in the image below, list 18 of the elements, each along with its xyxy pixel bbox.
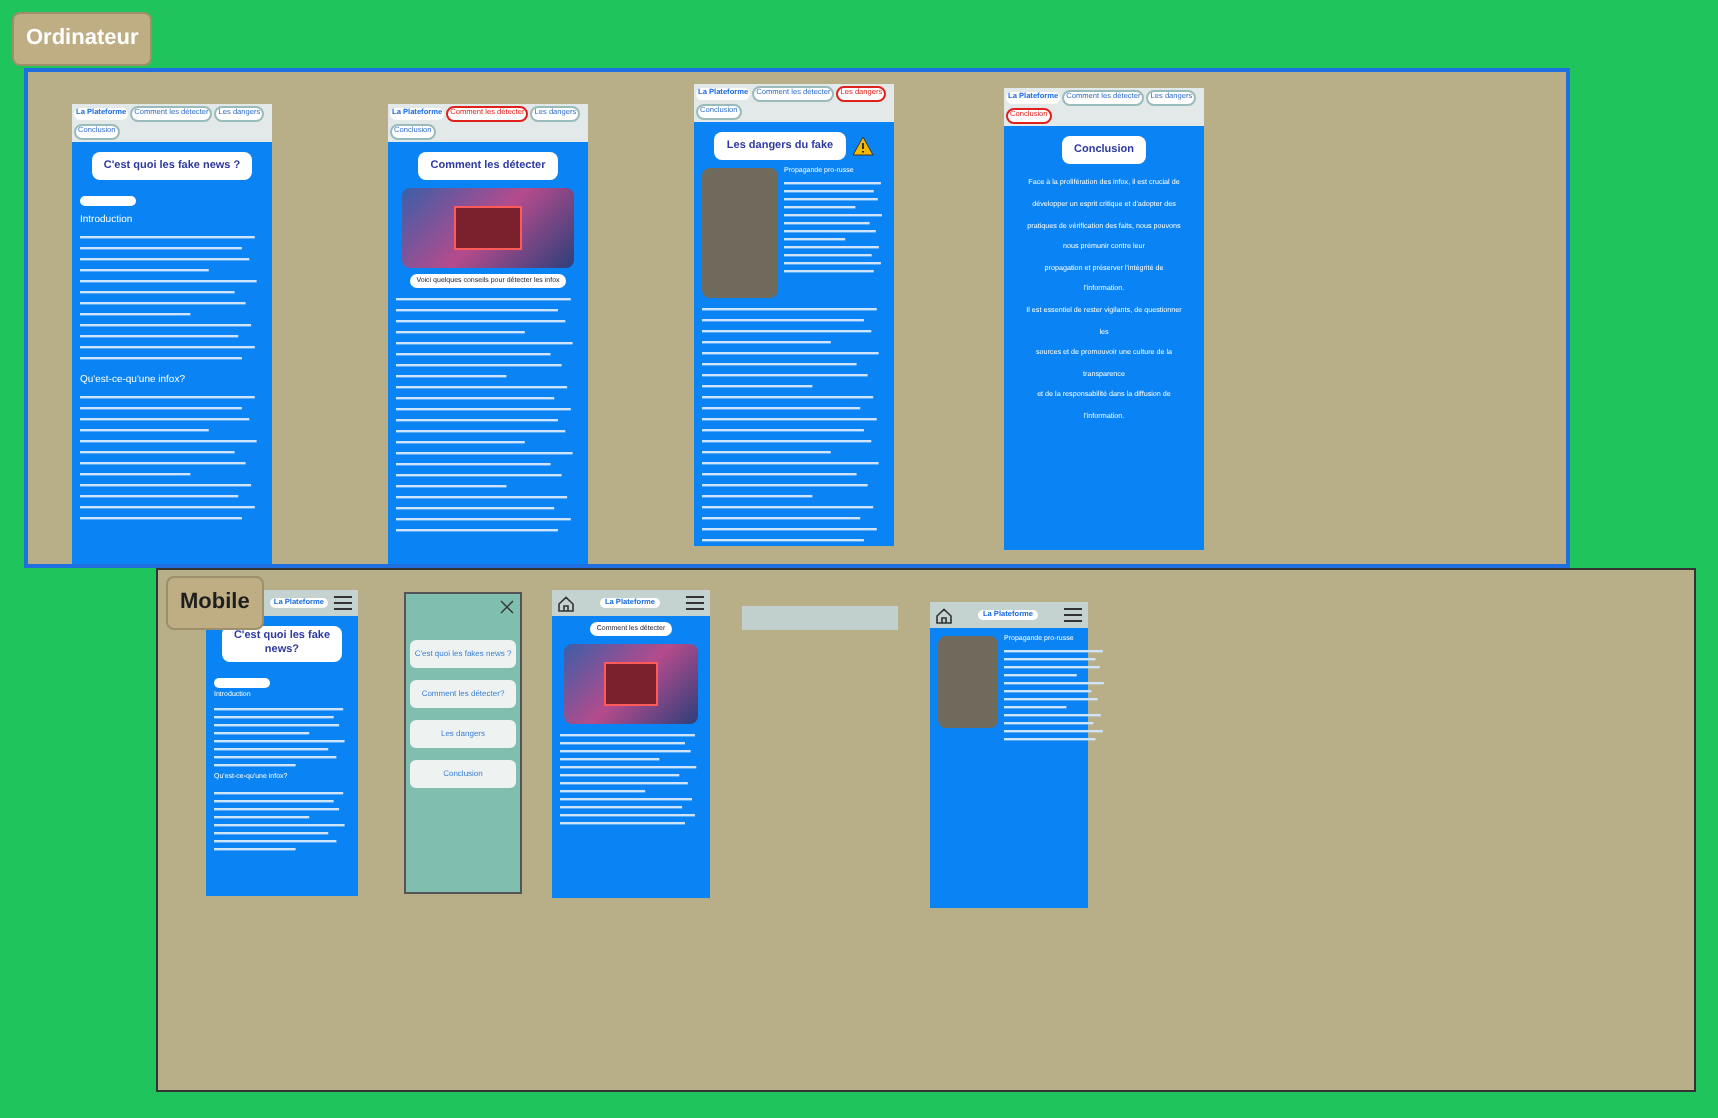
poster-image (563, 643, 699, 723)
section-label: Mobile (166, 576, 264, 629)
section-label: Ordinateur (12, 12, 153, 65)
menu-icon[interactable] (686, 596, 704, 610)
text-lines-drawing (214, 789, 350, 854)
text-lines-drawing (560, 731, 702, 827)
photo-placeholder (938, 636, 998, 728)
subtitle-pill (214, 677, 270, 688)
photo-placeholder (702, 168, 778, 299)
subtitle-pill (80, 196, 136, 207)
text-lines-drawing (1004, 647, 1108, 743)
menu-icon[interactable] (1064, 608, 1082, 622)
menu-icon[interactable] (334, 596, 352, 610)
text-lines-drawing (784, 179, 886, 276)
home-icon[interactable] (558, 595, 574, 611)
close-icon[interactable] (500, 600, 514, 614)
text-lines-drawing (214, 706, 350, 771)
home-icon[interactable] (936, 607, 952, 623)
